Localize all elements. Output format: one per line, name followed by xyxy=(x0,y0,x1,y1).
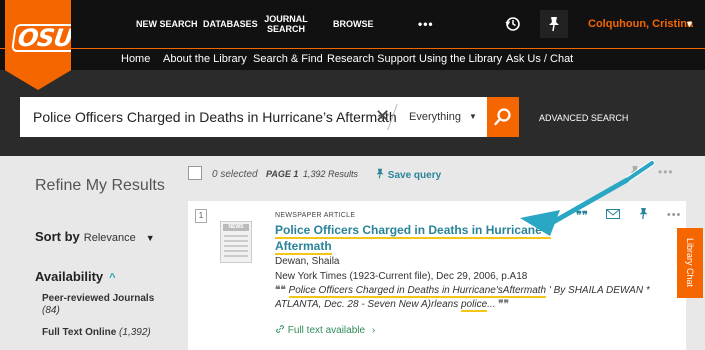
pin-icon[interactable] xyxy=(638,207,649,223)
thumb-line xyxy=(224,255,248,257)
subnav-using-library[interactable]: Using the Library xyxy=(419,53,502,65)
snippet-ellipsis: ... xyxy=(487,299,496,310)
availability-label: Availability xyxy=(35,269,104,284)
search-band: Police Officers Charged in Deaths in Hur… xyxy=(0,70,705,156)
app-root: NEW SEARCH DATABASES JOURNAL SEARCH BROW… xyxy=(0,0,705,350)
more-dots-icon: ••• xyxy=(418,17,434,31)
thumb-line xyxy=(224,250,248,252)
pin-icon[interactable] xyxy=(629,165,641,184)
user-caret-icon[interactable]: ▼ xyxy=(685,19,694,29)
search-scope-select[interactable]: Everything xyxy=(409,111,461,123)
nav-new-search-label: NEW SEARCH xyxy=(136,19,198,29)
refine-title: Refine My Results xyxy=(35,177,165,194)
subnav-about[interactable]: About the Library xyxy=(163,53,247,65)
subnav-home[interactable]: Home xyxy=(121,53,150,65)
selected-count: 0 selected xyxy=(212,169,258,180)
page-label: PAGE 1 xyxy=(266,169,299,179)
nav-more-button[interactable]: ••• xyxy=(418,0,434,48)
result-title-link[interactable]: Police Officers Charged in Deaths in Hur… xyxy=(275,222,565,255)
full-text-label: Full text available xyxy=(287,325,366,336)
nav-browse-label: BROWSE xyxy=(333,19,374,29)
facet-count: (84) xyxy=(42,305,60,316)
search-query-text: Police Officers Charged in Deaths in Hur… xyxy=(33,109,397,125)
library-chat-tab[interactable]: Library Chat xyxy=(677,228,703,298)
nav-journal-search[interactable]: JOURNAL SEARCH xyxy=(261,0,311,48)
search-input[interactable]: Police Officers Charged in Deaths in Hur… xyxy=(20,97,487,137)
advanced-search-link[interactable]: ADVANCED SEARCH xyxy=(539,113,628,123)
thumb-line xyxy=(224,245,248,247)
osu-logo-text: OSU xyxy=(11,24,71,52)
nav-databases-label: DATABASES xyxy=(203,19,258,29)
snippet-highlight: police xyxy=(461,299,488,312)
sort-caret-icon[interactable]: ▼ xyxy=(146,233,155,243)
result-source: New York Times (1923-Current file), Dec … xyxy=(275,271,528,282)
document-type: NEWSPAPER ARTICLE xyxy=(275,212,356,219)
scope-caret-icon[interactable]: ▼ xyxy=(469,112,477,121)
thumb-line xyxy=(224,240,248,242)
newspaper-thumbnail-icon: NEWS xyxy=(220,221,252,263)
subnav-ask-us[interactable]: Ask Us / Chat xyxy=(506,53,573,65)
result-title-text: Police Officers Charged in Deaths in Hur… xyxy=(275,223,552,255)
more-actions-icon[interactable]: ••• xyxy=(667,209,682,221)
chevron-up-icon[interactable]: ^ xyxy=(109,272,115,284)
full-text-link[interactable]: Full text available › xyxy=(275,324,375,336)
open-quote-icon: ❝❝ xyxy=(275,285,286,296)
user-menu[interactable]: Colquhoun, Cristina xyxy=(588,18,693,30)
save-query-button[interactable]: Save query xyxy=(375,168,441,181)
result-snippet: ❝❝ Police Officers Charged in Deaths in … xyxy=(275,284,670,312)
top-bar: NEW SEARCH DATABASES JOURNAL SEARCH BROW… xyxy=(0,0,705,48)
subnav-research-support[interactable]: Research Support xyxy=(327,53,416,65)
thumb-line xyxy=(224,235,248,237)
result-actions: ❞❞ ••• xyxy=(576,207,681,223)
facet-full-text-online[interactable]: Full Text Online (1,392) xyxy=(42,327,151,338)
search-button[interactable] xyxy=(487,97,519,137)
history-icon[interactable] xyxy=(501,12,525,36)
results-toolbar: 0 selected PAGE 1 1,392 Results Save que… xyxy=(188,163,688,185)
pin-icon xyxy=(376,168,384,179)
sort-by-value[interactable]: Relevance xyxy=(84,232,136,244)
nav-databases[interactable]: DATABASES xyxy=(203,0,258,48)
select-all-checkbox[interactable] xyxy=(188,166,202,180)
subnav-search-find[interactable]: Search & Find xyxy=(253,53,323,65)
secondary-nav: Home About the Library Search & Find Res… xyxy=(0,48,705,70)
close-quote-icon: ❞❞ xyxy=(498,299,510,310)
thumb-label: NEWS xyxy=(223,224,249,231)
facet-label: Peer-reviewed Journals xyxy=(42,293,155,304)
facet-label: Full Text Online xyxy=(42,327,117,338)
refine-sidebar: Refine My Results Sort by Relevance ▼ Avai… xyxy=(0,156,178,350)
nav-new-search[interactable]: NEW SEARCH xyxy=(136,0,198,48)
search-icon xyxy=(494,108,511,126)
save-query-label: Save query xyxy=(387,170,442,181)
facet-peer-reviewed[interactable]: Peer-reviewed Journals (84) xyxy=(42,293,172,317)
chevron-right-icon: › xyxy=(371,325,376,336)
snippet-highlight: Police Officers Charged in Deaths in Hur… xyxy=(288,285,547,298)
nav-journal-search-label: JOURNAL SEARCH xyxy=(264,14,308,34)
results-count: 1,392 Results xyxy=(303,169,359,179)
result-card[interactable]: 1 NEWS NEWSPAPER ARTICLE Police Officers… xyxy=(188,201,686,350)
link-icon xyxy=(276,325,284,333)
result-index: 1 xyxy=(195,209,207,223)
logo-letters: OSU xyxy=(11,24,71,52)
result-author: Dewan, Shaila xyxy=(275,256,340,267)
nav-browse[interactable]: BROWSE xyxy=(333,0,374,48)
facet-count: (1,392) xyxy=(119,327,151,338)
library-chat-label: Library Chat xyxy=(685,238,695,288)
cite-quote-icon[interactable]: ❞❞ xyxy=(576,209,588,222)
clear-search-icon[interactable]: ✕ xyxy=(375,106,390,127)
sort-by-label: Sort by xyxy=(35,229,80,244)
sort-by-control[interactable]: Sort by Relevance ▼ xyxy=(35,229,155,244)
email-icon[interactable] xyxy=(605,208,620,222)
availability-facet-header[interactable]: Availability ^ xyxy=(35,269,116,284)
pin-favorites-icon[interactable] xyxy=(540,10,568,38)
more-options-icon[interactable]: ••• xyxy=(658,165,674,179)
